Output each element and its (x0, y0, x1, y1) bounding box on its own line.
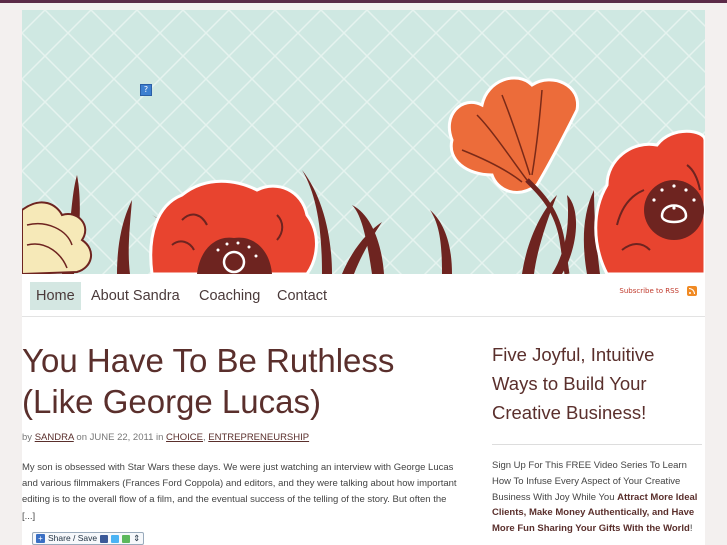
facebook-icon (100, 534, 109, 543)
poppy-illustration (22, 10, 705, 274)
post-excerpt: My son is obsessed with Star Wars these … (22, 462, 457, 522)
meta-in: in (156, 432, 164, 443)
sidebar-title: Five Joyful, Intuitive Ways to Build You… (492, 344, 655, 423)
help-icon[interactable]: ? (140, 84, 152, 96)
meta-on: on (76, 432, 87, 443)
top-bar (0, 0, 727, 3)
promo-end: ! (689, 523, 693, 535)
email-icon (122, 534, 131, 543)
author-link[interactable]: SANDRA (35, 432, 74, 443)
post-title-line1[interactable]: You Have To Be Ruthless (22, 342, 394, 379)
twitter-icon (111, 534, 120, 543)
meta-separator: , (203, 432, 206, 443)
post-title[interactable]: You Have To Be Ruthless (Like George Luc… (22, 340, 462, 422)
meta-by: by (22, 432, 33, 443)
nav-item-home[interactable]: Home (30, 282, 81, 310)
nav-item-coaching[interactable]: Coaching (193, 282, 266, 310)
sidebar-promo-text: Sign Up For This FREE Video Series To Le… (492, 458, 704, 537)
header-banner: ? (22, 10, 705, 274)
share-plus-icon: + (36, 534, 45, 543)
nav-item-contact[interactable]: Contact (271, 282, 333, 310)
share-save-label: Share / Save (48, 533, 98, 543)
post-date: JUNE 22, 2011 (89, 432, 154, 443)
rss-subscribe[interactable]: Subscribe to RSS (619, 286, 697, 296)
chevron-updown-icon: ⇕ (133, 533, 141, 543)
post-meta: by SANDRA on JUNE 22, 2011 in CHOICE, EN… (22, 432, 309, 443)
share-save-button[interactable]: + Share / Save ⇕ (32, 532, 145, 545)
rss-subscribe-link[interactable]: Subscribe to RSS (619, 287, 679, 295)
main-navigation: Home About Sandra Coaching Contact Subsc… (22, 274, 705, 317)
nav-item-about-sandra[interactable]: About Sandra (85, 282, 186, 310)
post-title-line2[interactable]: (Like George Lucas) (22, 383, 321, 420)
category-link-choice[interactable]: CHOICE (166, 432, 203, 443)
rss-icon[interactable] (687, 286, 697, 296)
sidebar-divider (492, 444, 702, 445)
page-container: ? Home About Sandra Coaching Contact Sub… (22, 10, 705, 545)
category-link-entrepreneurship[interactable]: ENTREPRENEURSHIP (208, 432, 309, 443)
